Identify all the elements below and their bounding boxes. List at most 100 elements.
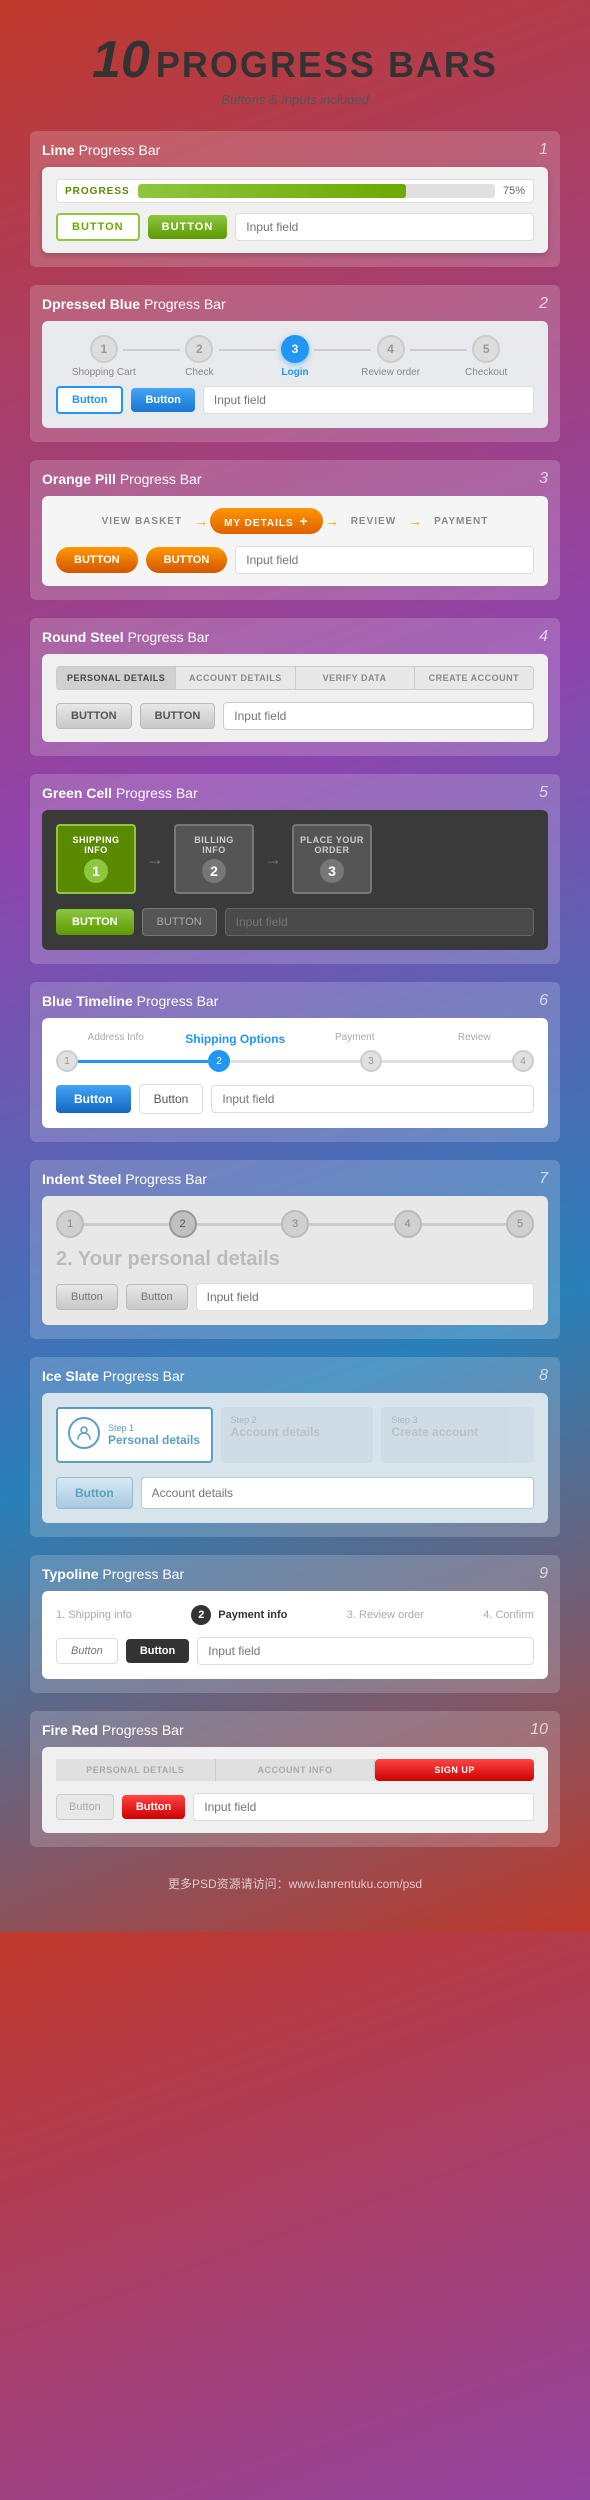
ice-steps: Step 1 Personal details Step 2 Account d… xyxy=(56,1407,534,1463)
indent-input[interactable] xyxy=(196,1283,534,1311)
ice-input[interactable] xyxy=(141,1477,534,1509)
typo-input[interactable] xyxy=(197,1637,534,1665)
orange-arrow-2: → xyxy=(323,513,341,529)
step-label-4: Review order xyxy=(361,367,420,378)
fire-tab-2[interactable]: Account Info xyxy=(216,1759,376,1781)
fire-btn2[interactable]: Button xyxy=(122,1795,185,1819)
indent-line-3 xyxy=(309,1223,394,1226)
tl-label-4: Review xyxy=(415,1032,535,1043)
indent-node-4: 4 xyxy=(394,1210,422,1238)
dpressed-input[interactable] xyxy=(203,386,534,414)
steel-btn1[interactable]: BUTTON xyxy=(56,703,132,729)
section-bluetl-num: 6 xyxy=(539,992,548,1010)
section-green-title: Green Cell Progress Bar xyxy=(42,785,198,801)
bluetl-track: 1 2 3 4 xyxy=(56,1050,534,1072)
lime-progress-bar: PROGRESS 75% xyxy=(56,179,534,203)
fire-tab-3[interactable]: Sign Up xyxy=(375,1759,534,1781)
tl-dot-4: 4 xyxy=(512,1050,534,1072)
steel-tab-3[interactable]: VERIFY DATA xyxy=(296,667,415,689)
section-indent-num: 7 xyxy=(539,1170,548,1188)
green-btn2[interactable]: BUTTON xyxy=(142,908,217,936)
typo-btn2[interactable]: Button xyxy=(126,1639,189,1663)
ice-icon-1 xyxy=(68,1417,100,1449)
section-dpressed: Dpressed Blue Progress Bar 2 1 Shopping … xyxy=(30,285,560,442)
orange-steps: VIEW BASKET → MY DETAILS + → REVIEW → PA… xyxy=(56,508,534,534)
bluetl-input[interactable] xyxy=(211,1085,534,1113)
orange-step-2: MY DETAILS + xyxy=(210,508,323,534)
orange-step-1: VIEW BASKET xyxy=(92,512,192,531)
fire-input[interactable] xyxy=(193,1793,534,1821)
header-title: PROGRESS BARS xyxy=(156,44,498,86)
step-label-5: Checkout xyxy=(465,367,507,378)
step-1: 1 Shopping Cart xyxy=(56,335,152,378)
step-3: 3 Login xyxy=(247,335,343,378)
indent-btn-row: Button Button xyxy=(56,1283,534,1311)
indent-card: 1 2 3 4 5 2. Your personal details Butto… xyxy=(42,1196,548,1325)
bluetl-btn2[interactable]: Button xyxy=(139,1084,204,1114)
section-lime-title: Lime Progress Bar xyxy=(42,142,160,158)
orange-arrow-1: → xyxy=(192,513,210,529)
steel-tab-2[interactable]: ACCOUNT DETAILS xyxy=(176,667,295,689)
tl-dot-1: 1 xyxy=(56,1050,78,1072)
bluetl-btn-row: Button Button xyxy=(56,1084,534,1114)
section-typo-title: Typoline Progress Bar xyxy=(42,1566,184,1582)
orange-btn2[interactable]: BUTTON xyxy=(146,547,228,573)
dpressed-btn2[interactable]: Button xyxy=(131,388,194,412)
fire-tabs: Personal Details Account Info Sign Up xyxy=(56,1759,534,1781)
typo-step-3: 3. Review order xyxy=(347,1609,424,1621)
step-circle-2: 2 xyxy=(185,335,213,363)
section-orange-title: Orange Pill Progress Bar xyxy=(42,471,202,487)
orange-btn-row: BUTTON BUTTON xyxy=(56,546,534,574)
dpressed-btn-row: Button Button xyxy=(56,386,534,414)
fire-btn-row: Button Button xyxy=(56,1793,534,1821)
green-arrow-1: → xyxy=(146,849,164,870)
typo-step-2: 2 Payment info xyxy=(191,1605,287,1625)
steel-input[interactable] xyxy=(223,702,534,730)
orange-input[interactable] xyxy=(235,546,534,574)
indent-btn1[interactable]: Button xyxy=(56,1284,118,1310)
green-step-num-2: 2 xyxy=(202,859,226,883)
section-green: Green Cell Progress Bar 5 SHIPPING INFO … xyxy=(30,774,560,964)
green-input[interactable] xyxy=(225,908,534,936)
ice-btn1[interactable]: Button xyxy=(56,1477,133,1509)
step-circle-1: 1 xyxy=(90,335,118,363)
step-4: 4 Review order xyxy=(343,335,439,378)
step-label-3: Login xyxy=(281,367,308,378)
tl-label-2: Shipping Options xyxy=(176,1032,296,1046)
lime-input[interactable] xyxy=(235,213,534,241)
fire-tab-1[interactable]: Personal Details xyxy=(56,1759,216,1781)
fire-btn1[interactable]: Button xyxy=(56,1794,114,1820)
section-lime: Lime Progress Bar 1 PROGRESS 75% BUTTON … xyxy=(30,131,560,267)
lime-progress-label: PROGRESS xyxy=(65,186,130,197)
section-ice-num: 8 xyxy=(539,1367,548,1385)
step-2: 2 Check xyxy=(152,335,248,378)
bluetl-btn1[interactable]: Button xyxy=(56,1085,131,1113)
footer: 更多PSD资源请访问：www.lanrentuku.com/psd xyxy=(30,1865,560,1902)
lime-btn1[interactable]: BUTTON xyxy=(56,213,140,241)
green-step-box-1: SHIPPING INFO 1 xyxy=(56,824,136,894)
lime-fill xyxy=(138,184,406,198)
header-num: 10 xyxy=(92,30,150,90)
typo-step-num-2: 2 xyxy=(191,1605,211,1625)
dpressed-btn1[interactable]: Button xyxy=(56,386,123,414)
section-indent: Indent Steel Progress Bar 7 1 2 3 4 5 2.… xyxy=(30,1160,560,1339)
lime-btn2[interactable]: BUTTON xyxy=(148,215,228,239)
typo-btn1[interactable]: Button xyxy=(56,1638,118,1664)
steel-tab-4[interactable]: CREATE ACCOUNT xyxy=(415,667,533,689)
green-step-num-1: 1 xyxy=(84,859,108,883)
dpressed-card: 1 Shopping Cart 2 Check 3 Login 4 Review… xyxy=(42,321,548,428)
dpressed-steps: 1 Shopping Cart 2 Check 3 Login 4 Review… xyxy=(56,335,534,378)
orange-btn1[interactable]: BUTTON xyxy=(56,547,138,573)
orange-step-3: REVIEW xyxy=(341,512,406,531)
steel-tab-1[interactable]: PERSONAL DETAILS xyxy=(57,667,176,689)
ice-step-1: Step 1 Personal details xyxy=(56,1407,213,1463)
ice-btn-row: Button xyxy=(56,1477,534,1509)
header-subtitle: Buttons & Inputs included xyxy=(30,92,560,107)
green-btn-row: BUTTON BUTTON xyxy=(56,908,534,936)
ice-step-sm-3: Step 3 xyxy=(391,1415,524,1425)
steel-btn2[interactable]: BUTTON xyxy=(140,703,216,729)
green-btn1[interactable]: BUTTON xyxy=(56,909,134,935)
tl-dot-2: 2 xyxy=(208,1050,230,1072)
section-iceslate: Ice Slate Progress Bar 8 Step 1 Personal… xyxy=(30,1357,560,1537)
indent-btn2[interactable]: Button xyxy=(126,1284,188,1310)
